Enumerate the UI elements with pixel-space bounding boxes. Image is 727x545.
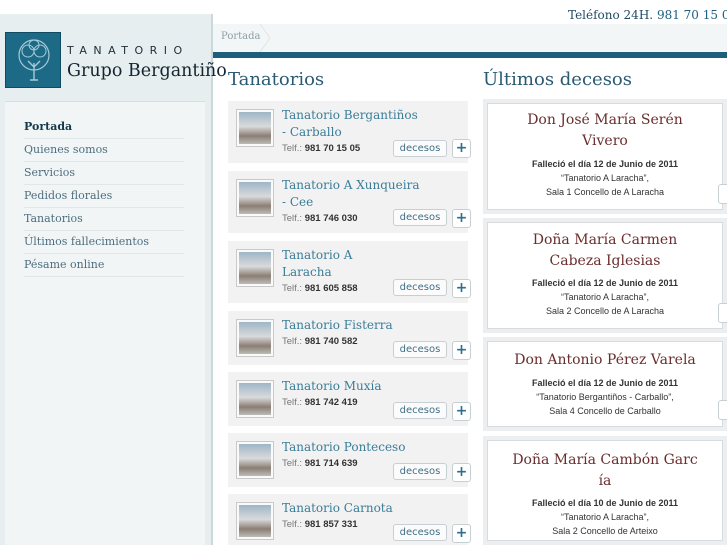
tanatorio-name[interactable]: Tanatorio Ponteceso (282, 439, 422, 456)
sidebar: TANATORIO Grupo Bergantiño Portada Quien… (0, 14, 227, 545)
deceased-name[interactable]: Don Antonio Pérez Varela (488, 350, 722, 371)
breadcrumb-item[interactable]: Portada (221, 31, 260, 42)
nav-item-portada[interactable]: Portada (24, 116, 184, 139)
expand-button[interactable]: + (452, 209, 471, 228)
deceased-name[interactable]: Doña María Carmen Cabeza Iglesias (488, 230, 722, 272)
tanatorio-photo[interactable] (236, 249, 274, 287)
tanatorio-card: Tanatorio Carnota Telf.: 981 857 331 dec… (228, 494, 471, 545)
deceased-room: Sala 1 Concello de A Laracha (545, 187, 665, 197)
tanatorio-name[interactable]: Tanatorio A Laracha (282, 247, 362, 281)
header-divider (213, 52, 727, 58)
deceased-name[interactable]: Doña María Cambón García (488, 450, 722, 492)
decesos-button[interactable]: decesos (393, 209, 447, 226)
tanatorio-card: Tanatorio A Laracha Telf.: 981 605 858 d… (228, 241, 471, 303)
deceased-card: Don José María Serén Vivero Falleció el … (483, 99, 727, 214)
tanatorio-name[interactable]: Tanatorio Muxía (282, 378, 422, 395)
nav-item-servicios[interactable]: Servicios (24, 162, 184, 185)
expand-button[interactable]: + (452, 524, 471, 543)
nav-item-ultimos-fallecimientos[interactable]: Últimos fallecimientos (24, 231, 184, 254)
deceased-room: Sala 2 Concello de A Laracha (545, 306, 665, 316)
phone-number: 981 70 15 05 (656, 8, 727, 22)
deceased-room: Sala 2 Concello de Arteixo (552, 526, 658, 536)
tanatorio-phone: Telf.: 981 857 331 (282, 519, 358, 530)
tanatorio-name[interactable]: Tanatorio A Xunqueira - Cee (282, 177, 422, 211)
decesos-button[interactable]: decesos (393, 463, 447, 480)
nav-item-tanatorios[interactable]: Tanatorios (24, 208, 184, 231)
tanatorio-card: Tanatorio Bergantiños - Carballo Telf.: … (228, 101, 471, 163)
main-content: Portada Tanatorios Últimos decesos Tanat… (213, 24, 727, 545)
deceased-card: Don Antonio Pérez Varela Falleció el día… (483, 337, 727, 431)
phone-label: Teléfono 24H. (568, 8, 654, 22)
deceased-name[interactable]: Don José María Serén Vivero (488, 110, 722, 152)
decesos-button[interactable]: decesos (393, 279, 447, 296)
nav-item-pesame-online[interactable]: Pésame online (24, 254, 184, 277)
tanatorio-photo[interactable] (236, 319, 274, 357)
decesos-heading: Últimos decesos (483, 69, 633, 90)
expand-button[interactable]: + (452, 402, 471, 421)
deceased-date: Falleció el día 12 de Junio de 2011 (531, 378, 679, 388)
deceased-place: “Tanatorio Bergantiños - Carballo”, (536, 392, 674, 402)
tree-logo-icon (5, 32, 61, 88)
tanatorio-phone: Telf.: 981 746 030 (282, 213, 358, 224)
card-tab[interactable] (718, 400, 727, 420)
deceased-date: Falleció el día 10 de Junio de 2011 (531, 498, 679, 508)
tanatorio-photo[interactable] (236, 179, 274, 217)
tanatorio-card: Tanatorio Muxía Telf.: 981 742 419 deces… (228, 372, 471, 426)
expand-button[interactable]: + (452, 463, 471, 482)
tanatorio-card: Tanatorio Ponteceso Telf.: 981 714 639 d… (228, 433, 471, 487)
tanatorio-phone: Telf.: 981 70 15 05 (282, 143, 361, 154)
decesos-button[interactable]: decesos (393, 402, 447, 419)
nav-item-quienes-somos[interactable]: Quienes somos (24, 139, 184, 162)
card-tab[interactable] (718, 184, 727, 204)
tanatorio-photo[interactable] (236, 441, 274, 479)
tanatorio-name[interactable]: Tanatorio Fisterra (282, 317, 422, 334)
deceased-card: Doña María Carmen Cabeza Iglesias Fallec… (483, 218, 727, 333)
logo-line-2: Grupo Bergantiño (67, 61, 227, 81)
card-tab[interactable] (718, 303, 727, 323)
deceased-card: Doña María Cambón García Falleció el día… (483, 436, 727, 545)
logo-line-1: TANATORIO (67, 44, 189, 57)
deceased-place: “Tanatorio A Laracha”, (560, 292, 650, 302)
decesos-button[interactable]: decesos (393, 140, 447, 157)
expand-button[interactable]: + (452, 139, 471, 158)
tanatorio-photo[interactable] (236, 380, 274, 418)
expand-button[interactable]: + (452, 341, 471, 360)
chevron-right-icon (259, 24, 271, 52)
phone-contact: Teléfono 24H. 981 70 15 05 (568, 8, 727, 22)
main-nav: Portada Quienes somos Servicios Pedidos … (5, 101, 205, 545)
tanatorio-phone: Telf.: 981 714 639 (282, 458, 358, 469)
nav-item-pedidos-florales[interactable]: Pedidos florales (24, 185, 184, 208)
tanatorio-phone: Telf.: 981 740 582 (282, 336, 358, 347)
tanatorio-phone: Telf.: 981 605 858 (282, 283, 358, 294)
tanatorio-name[interactable]: Tanatorio Carnota (282, 500, 422, 517)
logo[interactable]: TANATORIO Grupo Bergantiño (5, 32, 227, 100)
tanatorio-card: Tanatorio Fisterra Telf.: 981 740 582 de… (228, 311, 471, 365)
deceased-place: “Tanatorio A Laracha”, (560, 173, 650, 183)
breadcrumb: Portada (213, 24, 727, 52)
tanatorio-name[interactable]: Tanatorio Bergantiños - Carballo (282, 107, 422, 141)
tanatorio-photo[interactable] (236, 109, 274, 147)
tanatorio-card: Tanatorio A Xunqueira - Cee Telf.: 981 7… (228, 171, 471, 233)
expand-button[interactable]: + (452, 279, 471, 298)
tanatorio-photo[interactable] (236, 502, 274, 540)
decesos-button[interactable]: decesos (393, 341, 447, 358)
deceased-date: Falleció el día 12 de Junio de 2011 (531, 278, 679, 288)
deceased-place: “Tanatorio A Laracha”, (560, 512, 650, 522)
deceased-room: Sala 4 Concello de Carballo (549, 406, 661, 416)
tanatorios-heading: Tanatorios (228, 69, 325, 90)
decesos-button[interactable]: decesos (393, 524, 447, 541)
tanatorio-phone: Telf.: 981 742 419 (282, 397, 358, 408)
deceased-date: Falleció el día 12 de Junio de 2011 (531, 159, 679, 169)
